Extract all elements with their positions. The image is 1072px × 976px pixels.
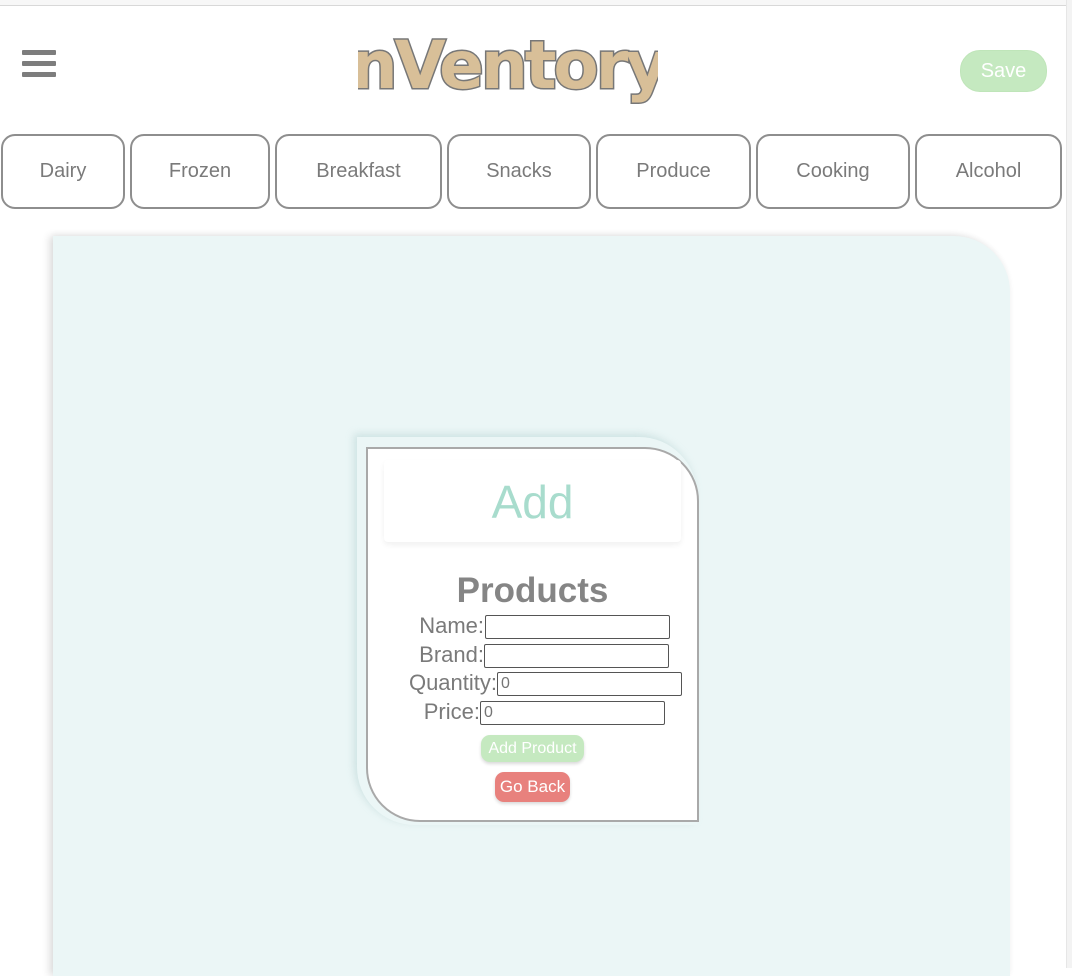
scrollbar-track (1066, 0, 1072, 968)
add-product-button[interactable]: Add Product (481, 735, 584, 762)
category-tab-dairy[interactable]: Dairy (1, 134, 125, 209)
products-heading: Products (456, 571, 609, 610)
svg-text:nVentory: nVentory (358, 27, 658, 104)
price-label: Price: (423, 699, 480, 724)
hamburger-menu-icon[interactable] (22, 50, 56, 82)
category-tab-frozen[interactable]: Frozen (130, 134, 270, 209)
quantity-label: Quantity: (408, 670, 497, 695)
price-input[interactable] (480, 701, 665, 725)
brand-label: Brand: (419, 642, 484, 667)
name-label: Name: (419, 613, 484, 638)
app-logo: nVentory (358, 26, 658, 106)
brand-input[interactable] (484, 644, 669, 668)
name-input[interactable] (485, 615, 670, 639)
go-back-button[interactable]: Go Back (495, 772, 570, 802)
save-button[interactable]: Save (960, 50, 1047, 92)
category-tab-breakfast[interactable]: Breakfast (275, 134, 442, 209)
category-tab-cooking[interactable]: Cooking (756, 134, 910, 209)
top-border (0, 0, 1066, 6)
category-tab-snacks[interactable]: Snacks (447, 134, 591, 209)
category-tab-produce[interactable]: Produce (596, 134, 751, 209)
card-title: Add (491, 476, 574, 528)
quantity-input[interactable] (497, 672, 682, 696)
category-tab-alcohol[interactable]: Alcohol (915, 134, 1062, 209)
